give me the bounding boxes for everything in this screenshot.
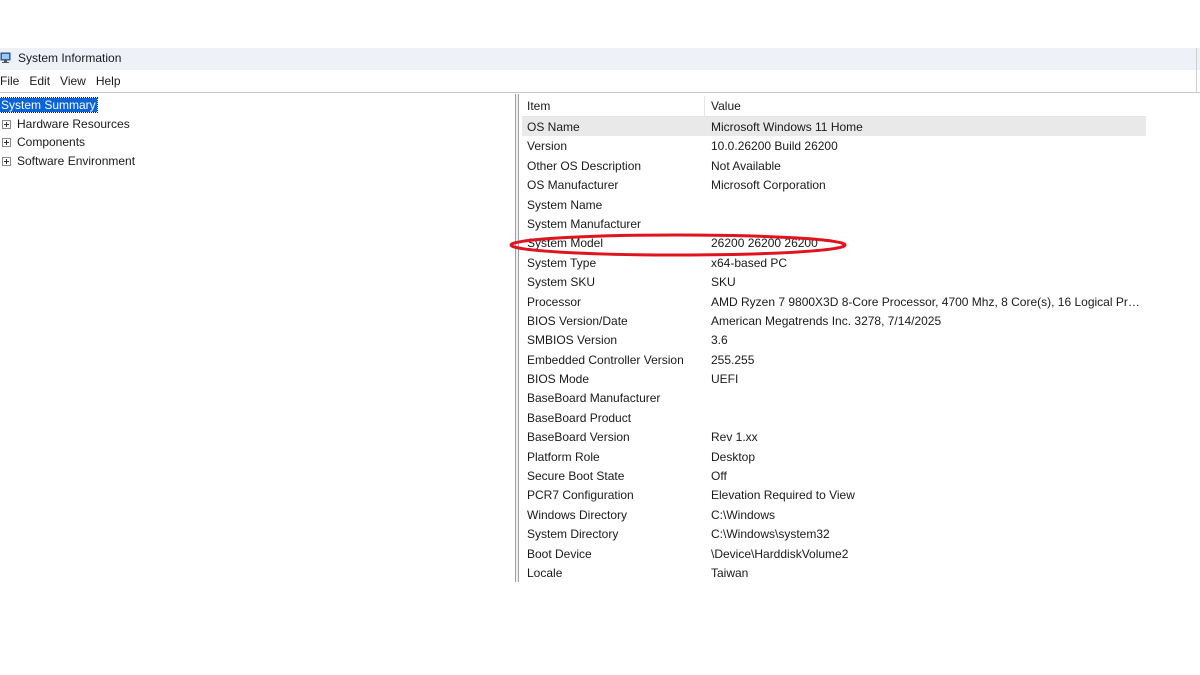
item-cell: Processor bbox=[527, 294, 582, 309]
value-cell: Off bbox=[711, 469, 727, 484]
item-cell: BIOS Version/Date bbox=[527, 313, 628, 328]
item-cell: OS Name bbox=[527, 120, 580, 134]
value-cell: \Device\HarddiskVolume2 bbox=[711, 546, 849, 561]
list-rows: OS Name Microsoft Windows 11 Home Version 1… bbox=[522, 117, 1146, 582]
item-cell: System Manufacturer bbox=[527, 216, 642, 231]
table-row[interactable]: Locale Taiwan bbox=[522, 563, 1146, 582]
table-row[interactable]: OS Manufacturer Microsoft Corporation bbox=[522, 175, 1146, 194]
item-cell: Embedded Controller Version bbox=[527, 352, 684, 367]
menu-divider bbox=[0, 92, 1200, 93]
value-cell: Taiwan bbox=[711, 565, 749, 580]
table-row[interactable]: System Manufacturer bbox=[522, 214, 1146, 233]
table-row[interactable]: Embedded Controller Version 255.255 bbox=[522, 350, 1146, 369]
value-cell: Elevation Required to View bbox=[711, 488, 855, 503]
tree-item-label: System Summary bbox=[0, 97, 98, 113]
table-row[interactable]: BIOS Mode UEFI bbox=[522, 369, 1146, 388]
table-row[interactable]: System SKU SKU bbox=[522, 272, 1146, 291]
value-cell: American Megatrends Inc. 3278, 7/14/2025 bbox=[711, 313, 942, 328]
value-cell: x64-based PC bbox=[711, 255, 788, 270]
item-cell: PCR7 Configuration bbox=[527, 488, 634, 503]
item-cell: Platform Role bbox=[527, 449, 600, 464]
item-cell: Secure Boot State bbox=[527, 469, 625, 484]
item-cell: System Directory bbox=[527, 527, 619, 542]
menu-edit[interactable]: Edit bbox=[29, 74, 54, 88]
value-cell: Microsoft Windows 11 Home bbox=[711, 120, 863, 134]
tree-item-hardware-resources[interactable]: Hardware Resources bbox=[0, 115, 130, 133]
value-cell: Microsoft Corporation bbox=[711, 178, 826, 193]
item-cell: System Name bbox=[527, 197, 603, 212]
item-cell: OS Manufacturer bbox=[527, 178, 619, 193]
value-cell: AMD Ryzen 7 9800X3D 8-Core Processor, 47… bbox=[711, 294, 1141, 309]
table-row[interactable]: BaseBoard Product bbox=[522, 408, 1146, 427]
item-cell: System Model bbox=[527, 236, 604, 251]
menu-bar: File Edit View Help bbox=[0, 71, 1200, 91]
table-row[interactable]: PCR7 Configuration Elevation Required to … bbox=[522, 485, 1146, 504]
table-row[interactable]: System Model 26200 26200 26200 bbox=[522, 233, 1146, 252]
value-cell: UEFI bbox=[711, 372, 739, 387]
value-cell: 26200 26200 26200 bbox=[711, 236, 818, 251]
item-cell: Version bbox=[527, 139, 568, 154]
value-cell: Desktop bbox=[711, 449, 756, 464]
value-cell: 255.255 bbox=[711, 352, 755, 367]
tree-item-software-environment[interactable]: Software Environment bbox=[0, 152, 135, 170]
menu-file[interactable]: File bbox=[0, 74, 23, 88]
value-cell: Rev 1.xx bbox=[711, 430, 758, 445]
category-tree[interactable]: System Summary Hardware Resources Componen… bbox=[0, 94, 514, 584]
details-list[interactable]: Item Value OS Name Microsoft Windows 11 H… bbox=[522, 96, 1146, 582]
system-information-window: System Information File Edit View Help Syst… bbox=[0, 0, 1200, 675]
table-row[interactable]: BaseBoard Manufacturer bbox=[522, 388, 1146, 407]
pane-splitter[interactable] bbox=[515, 94, 519, 582]
tree-item-system-summary[interactable]: System Summary bbox=[0, 96, 98, 114]
item-cell: SMBIOS Version bbox=[527, 333, 618, 348]
expand-plus-icon[interactable] bbox=[2, 137, 11, 147]
table-row[interactable]: System Directory C:\Windows\system32 bbox=[522, 524, 1146, 543]
item-cell: Windows Directory bbox=[527, 507, 628, 522]
system-information-icon bbox=[0, 52, 11, 63]
expand-plus-icon[interactable] bbox=[2, 119, 11, 129]
menu-view[interactable]: View bbox=[60, 74, 90, 88]
table-row[interactable]: System Name bbox=[522, 195, 1146, 214]
item-cell: System Type bbox=[527, 255, 597, 270]
value-cell: C:\Windows\system32 bbox=[711, 527, 830, 542]
tree-item-components[interactable]: Components bbox=[0, 133, 85, 151]
item-cell: Other OS Description bbox=[527, 158, 642, 173]
value-cell: 3.6 bbox=[711, 333, 728, 348]
tree-item-label: Software Environment bbox=[17, 154, 136, 168]
title-bar: System Information bbox=[0, 48, 1200, 70]
value-cell: C:\Windows bbox=[711, 507, 776, 522]
menu-help[interactable]: Help bbox=[96, 74, 125, 88]
item-cell: System SKU bbox=[527, 275, 596, 290]
column-header-value[interactable]: Value bbox=[711, 99, 741, 113]
item-cell: BaseBoard Version bbox=[527, 430, 630, 445]
table-row[interactable]: Boot Device \Device\HarddiskVolume2 bbox=[522, 544, 1146, 563]
table-row[interactable]: Other OS Description Not Available bbox=[522, 156, 1146, 175]
column-header-item[interactable]: Item bbox=[527, 99, 550, 113]
value-cell: SKU bbox=[711, 275, 736, 290]
table-row[interactable]: Windows Directory C:\Windows bbox=[522, 505, 1146, 524]
tree-item-label: Components bbox=[17, 135, 86, 149]
value-cell: Not Available bbox=[711, 158, 781, 173]
table-row[interactable]: Version 10.0.26200 Build 26200 bbox=[522, 136, 1146, 155]
item-cell: Boot Device bbox=[527, 546, 592, 561]
item-cell: BaseBoard Product bbox=[527, 410, 632, 425]
tree-item-label: Hardware Resources bbox=[17, 117, 130, 131]
window-title: System Information bbox=[18, 51, 122, 65]
table-row[interactable]: Platform Role Desktop bbox=[522, 447, 1146, 466]
expand-plus-icon[interactable] bbox=[2, 156, 11, 166]
table-row[interactable]: System Type x64-based PC bbox=[522, 253, 1146, 272]
table-row[interactable]: BIOS Version/Date American Megatrends Inc… bbox=[522, 311, 1146, 330]
table-row[interactable]: BaseBoard Version Rev 1.xx bbox=[522, 427, 1146, 446]
column-separator[interactable] bbox=[704, 96, 705, 116]
value-cell: 10.0.26200 Build 26200 bbox=[711, 139, 838, 154]
item-cell: Locale bbox=[527, 565, 563, 580]
table-row[interactable]: Processor AMD Ryzen 7 9800X3D 8-Core Proc… bbox=[522, 292, 1146, 311]
item-cell: BaseBoard Manufacturer bbox=[527, 391, 661, 406]
list-header: Item Value bbox=[522, 96, 1146, 117]
table-row[interactable]: OS Name Microsoft Windows 11 Home bbox=[522, 117, 1146, 137]
table-row[interactable]: Secure Boot State Off bbox=[522, 466, 1146, 485]
table-row[interactable]: SMBIOS Version 3.6 bbox=[522, 330, 1146, 349]
item-cell: BIOS Mode bbox=[527, 372, 590, 387]
